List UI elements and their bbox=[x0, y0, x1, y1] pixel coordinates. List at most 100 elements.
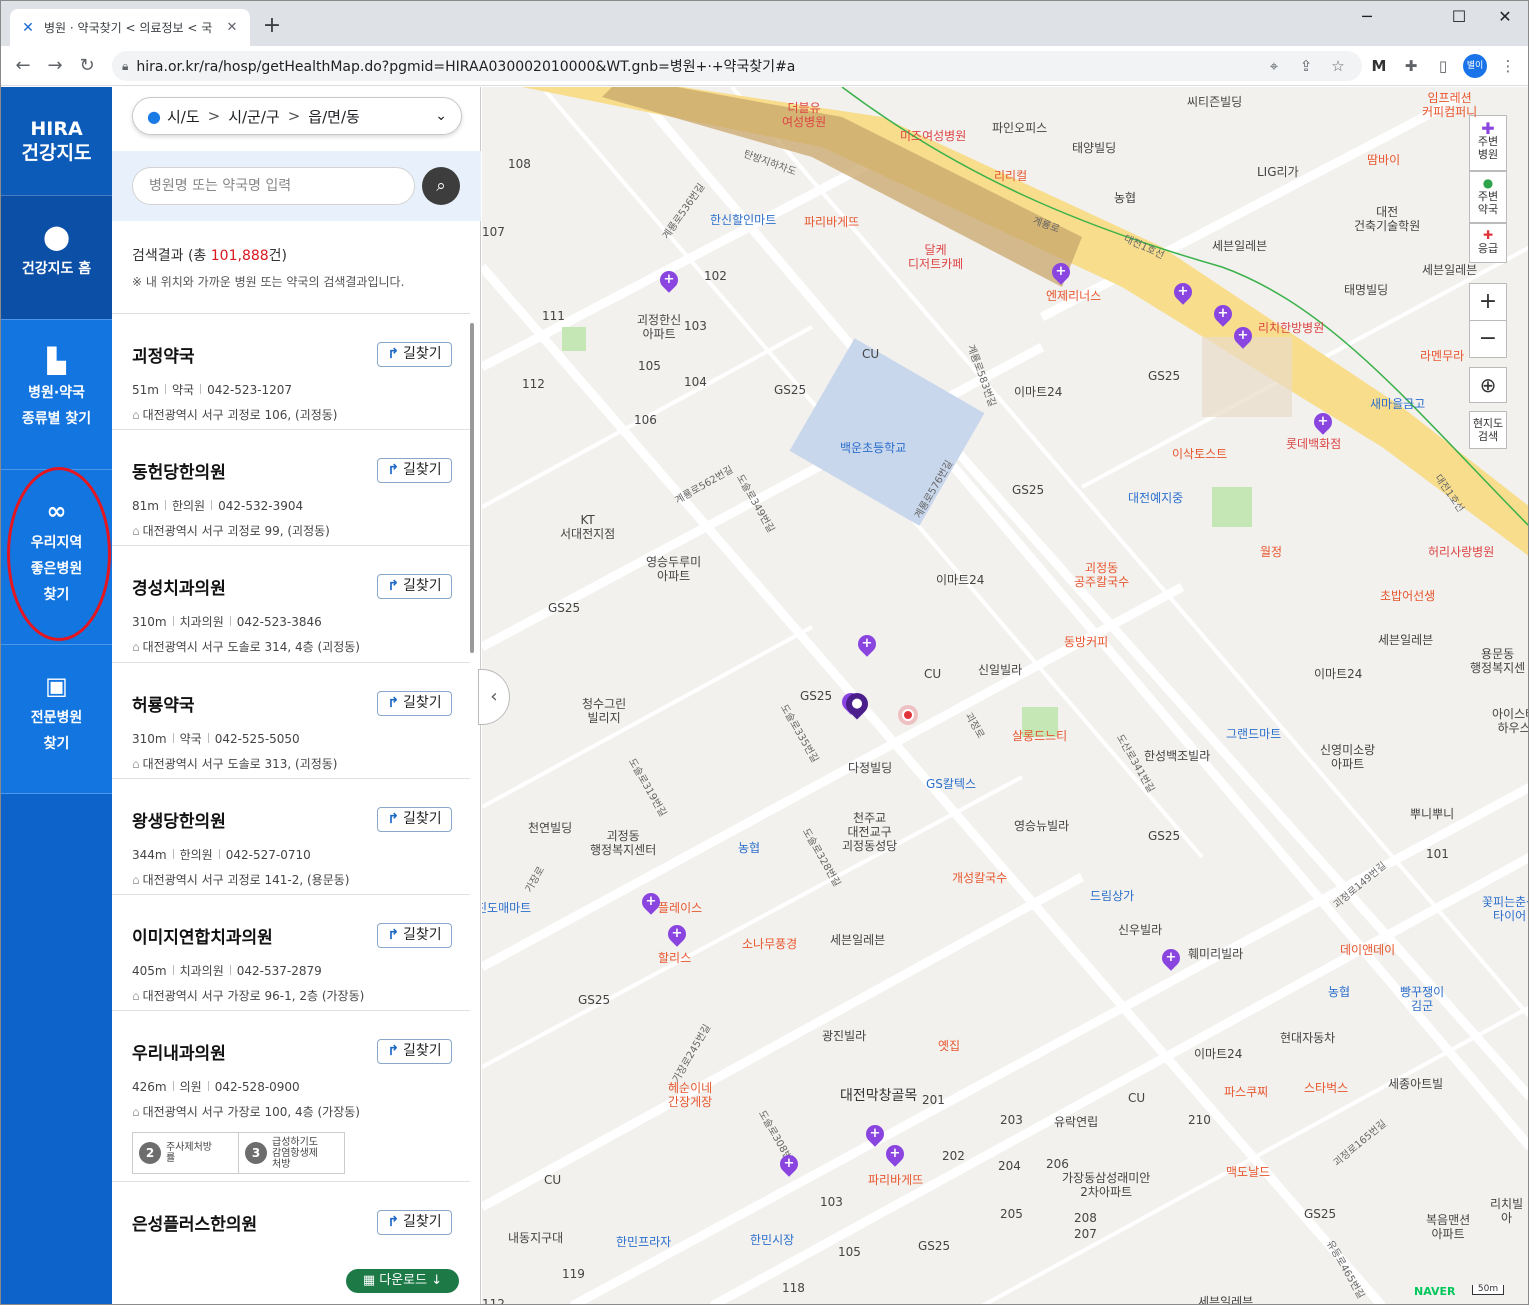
map-label-nonghyup1[interactable]: 농협 bbox=[1114, 191, 1136, 205]
hospital-pin-icon[interactable]: + bbox=[1048, 259, 1074, 285]
map-label-sinyoung[interactable]: 신영미소랑 아파트 bbox=[1320, 743, 1375, 771]
region-selector[interactable]: ● 시/도 > 시/군/구 > 읍/면/동 ⌄ bbox=[132, 97, 462, 135]
map-label-n119[interactable]: 119 bbox=[562, 1267, 585, 1281]
map-label-n201[interactable]: 201 bbox=[922, 1093, 945, 1107]
hospital-pin-icon[interactable]: + bbox=[638, 889, 664, 915]
map-label-mizz[interactable]: 미즈여성병원 bbox=[900, 129, 966, 143]
map-label-starbucks[interactable]: 스타벅스 bbox=[1304, 1081, 1348, 1095]
route-button[interactable]: ↱ 길찾기 bbox=[377, 922, 452, 948]
local-search-button[interactable]: 현지도 검색 bbox=[1469, 411, 1507, 449]
map-label-hanshin[interactable]: 한신할인마트 bbox=[710, 213, 776, 227]
map-label-salrung[interactable]: 살롱드느티 bbox=[1012, 729, 1067, 743]
map-label-gs25_2[interactable]: GS25 bbox=[1148, 369, 1180, 383]
map-label-ppang[interactable]: 빵꾸쟁이 김군 bbox=[1400, 985, 1444, 1013]
maximize-button[interactable]: ☐ bbox=[1436, 7, 1482, 27]
map-label-seven3[interactable]: 세븐일레븐 bbox=[1378, 633, 1433, 647]
map-label-seven1[interactable]: 세븐일레븐 bbox=[1212, 239, 1267, 253]
forward-arrow-icon[interactable]: → bbox=[41, 52, 69, 80]
map-label-grand[interactable]: 그랜드마트 bbox=[1226, 727, 1281, 741]
browser-tab[interactable]: ✕ 병원 · 약국찾기 < 의료정보 < 국 ✕ bbox=[10, 9, 250, 46]
map-label-n106[interactable]: 106 bbox=[634, 413, 657, 427]
map-label-gs25_4[interactable]: GS25 bbox=[548, 601, 580, 615]
map-label-gs25_1[interactable]: GS25 bbox=[774, 383, 806, 397]
nav-specialty-hospital[interactable]: ▣ 전문병원 찾기 bbox=[1, 644, 112, 794]
map-label-yuak[interactable]: 유락연립 bbox=[1054, 1115, 1098, 1129]
menu-dots-icon[interactable]: ⋮ bbox=[1495, 53, 1521, 79]
map-label-emart2[interactable]: 이마트24 bbox=[936, 573, 984, 587]
map-label-saemaeul[interactable]: 새마을금고 bbox=[1370, 397, 1425, 411]
zoom-in-button[interactable]: + bbox=[1469, 283, 1507, 321]
map-label-daejeon_arch[interactable]: 대전 건축기술학원 bbox=[1354, 205, 1420, 233]
hospital-pin-icon[interactable]: + bbox=[776, 1151, 802, 1177]
map-label-gs25_3[interactable]: GS25 bbox=[1012, 483, 1044, 497]
map-label-cheonyeon[interactable]: 천연빌딩 bbox=[528, 821, 572, 835]
map-label-youngseung[interactable]: 영승두루미 아파트 bbox=[646, 555, 701, 583]
map-label-daejeonyeji[interactable]: 대전예지중 bbox=[1128, 491, 1183, 505]
map-label-n205[interactable]: 205 bbox=[1000, 1207, 1023, 1221]
map-label-emart1[interactable]: 이마트24 bbox=[1014, 385, 1062, 399]
map-label-lotte[interactable]: 롯데백화점 bbox=[1286, 437, 1341, 451]
hospital-pin-icon[interactable]: + bbox=[1210, 301, 1236, 327]
result-item[interactable]: 왕생당한의원 ↱ 길찾기 344m 한의원 042-527-0710 ⌂ 대전광역시 서구 괴… bbox=[112, 779, 470, 895]
evaluation-badge[interactable]: 2 주사제처방 률 bbox=[133, 1133, 238, 1173]
route-button[interactable]: ↱ 길찾기 bbox=[377, 342, 452, 367]
map-label-entry[interactable]: 엔제리너스 bbox=[1046, 289, 1101, 303]
map-label-seven4[interactable]: 세븐일레븐 bbox=[830, 933, 885, 947]
map-view[interactable]: ✚ 주변 병원 ● 주변 약국 ✚ 응급 + − ⊕ 현지도 검색 NAVER 50m 탄방… bbox=[482, 87, 1528, 1304]
region-dong[interactable]: 읍/면/동 bbox=[308, 106, 360, 127]
close-window-button[interactable]: ✕ bbox=[1482, 7, 1528, 27]
map-label-cheongsu[interactable]: 청수그린 빌리지 bbox=[582, 697, 626, 725]
extension-m-icon[interactable]: M bbox=[1366, 53, 1392, 79]
map-label-hyundai[interactable]: 현대자동차 bbox=[1280, 1031, 1335, 1045]
map-label-nonghyup2[interactable]: 농협 bbox=[738, 841, 760, 855]
map-label-n102[interactable]: 102 bbox=[704, 269, 727, 283]
map-label-goejeong_kal[interactable]: 괴정동 공주칼국수 bbox=[1074, 561, 1129, 589]
map-label-cu1[interactable]: CU bbox=[862, 347, 879, 361]
map-label-cu4[interactable]: CU bbox=[544, 1173, 561, 1187]
reload-icon[interactable]: ↻ bbox=[73, 52, 101, 80]
map-label-emart3[interactable]: 이마트24 bbox=[1314, 667, 1362, 681]
map-label-lamenra[interactable]: 라멘무라 bbox=[1420, 349, 1464, 363]
route-button[interactable]: ↱ 길찾기 bbox=[377, 690, 452, 716]
map-label-pascu[interactable]: 파스쿠찌 bbox=[1224, 1085, 1268, 1099]
profile-avatar[interactable]: 별이 bbox=[1463, 54, 1487, 78]
hospital-pin-icon[interactable]: + bbox=[1310, 409, 1336, 435]
hospital-pin-icon[interactable]: + bbox=[664, 921, 690, 947]
map-label-goejeong_hanshin[interactable]: 괴정한신 아파트 bbox=[637, 313, 681, 341]
list-scrollbar[interactable] bbox=[470, 323, 474, 653]
map-label-yongmun[interactable]: 용문동 행정복지센 bbox=[1470, 647, 1525, 675]
map-label-lg[interactable]: LIG리가 bbox=[1257, 165, 1299, 179]
map-label-gs25_6[interactable]: GS25 bbox=[1148, 829, 1180, 843]
share-icon[interactable]: ⇪ bbox=[1293, 53, 1319, 79]
result-item[interactable]: 경성치과의원 ↱ 길찾기 310m 치과의원 042-523-3846 ⌂ 대전광역시 서구 … bbox=[112, 546, 470, 663]
map-label-gs25_5[interactable]: GS25 bbox=[800, 689, 832, 703]
map-label-dalke[interactable]: 달케 디저트카페 bbox=[908, 243, 963, 271]
route-button[interactable]: ↱ 길찾기 bbox=[377, 458, 452, 484]
map-label-yetjip[interactable]: 옛집 bbox=[938, 1039, 960, 1053]
download-button[interactable]: ▦ 다운로드 ↓ bbox=[346, 1269, 459, 1293]
map-label-n111[interactable]: 111 bbox=[542, 309, 565, 323]
route-button[interactable]: ↱ 길찾기 bbox=[377, 1210, 452, 1236]
result-item[interactable]: 괴정약국 ↱ 길찾기 51m 약국 042-523-1207 ⌂ 대전광역시 서구 괴정로 1… bbox=[112, 314, 470, 431]
map-label-alley[interactable]: 대전막창골목 bbox=[840, 1089, 917, 1103]
side-panel-icon[interactable]: ▯ bbox=[1430, 53, 1456, 79]
minimize-button[interactable]: ─ bbox=[1344, 7, 1390, 27]
map-label-n108[interactable]: 108 bbox=[508, 157, 531, 171]
route-button[interactable]: ↱ 길찾기 bbox=[377, 1039, 452, 1065]
map-label-n104[interactable]: 104 bbox=[684, 375, 707, 389]
hospital-pin-icon[interactable]: + bbox=[862, 1121, 888, 1147]
search-button[interactable]: ⌕ bbox=[422, 167, 460, 205]
map-label-n105b[interactable]: 105 bbox=[838, 1245, 861, 1259]
map-label-n204[interactable]: 204 bbox=[998, 1159, 1021, 1173]
chevron-down-icon[interactable]: ⌄ bbox=[435, 108, 447, 124]
map-label-mcd[interactable]: 맥도날드 bbox=[1226, 1165, 1270, 1179]
map-label-cu3[interactable]: CU bbox=[1128, 1091, 1145, 1105]
map-label-goejeong_center[interactable]: 괴정동 행정복지센터 bbox=[590, 829, 656, 857]
map-label-ppuni[interactable]: 뿌니뿌니 bbox=[1410, 807, 1454, 821]
map-label-richi2[interactable]: 리치빌 아 bbox=[1490, 1197, 1523, 1225]
map-label-plaza[interactable]: 플레이스 bbox=[658, 901, 702, 915]
map-label-hanmin_mkt[interactable]: 한민시장 bbox=[750, 1233, 794, 1247]
map-label-n105[interactable]: 105 bbox=[638, 359, 661, 373]
map-label-dongbang[interactable]: 동방커피 bbox=[1064, 635, 1108, 649]
result-item[interactable]: 은성플러스한의원 ↱ 길찾기 bbox=[112, 1182, 470, 1258]
